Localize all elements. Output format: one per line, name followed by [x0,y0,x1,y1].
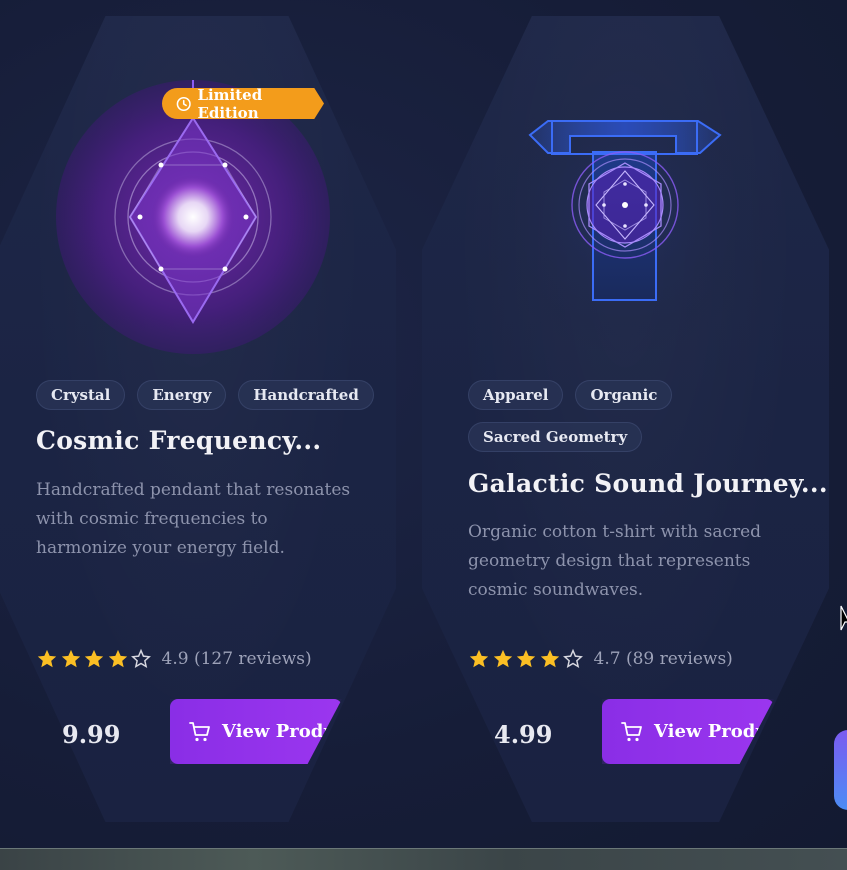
limited-edition-badge: Limited Edition [162,88,324,119]
rating-text: 4.9 (127 reviews) [161,649,312,669]
star-filled-icon [469,649,489,668]
cart-icon [189,721,210,741]
star-outline-icon [563,648,583,669]
rating-text: 4.7 (89 reviews) [593,649,733,669]
tag-apparel[interactable]: Apparel [468,380,564,410]
product-rating: 4.9 (127 reviews) [36,648,312,670]
star-outline-icon [131,648,151,669]
tag-sacred-geometry[interactable]: Sacred Geometry [468,422,643,452]
product-title[interactable]: Cosmic Frequency... [36,426,321,455]
tag-handcrafted[interactable]: Handcrafted [238,380,374,410]
product-description: Organic cotton t-shirt with sacred geome… [468,522,762,600]
star-filled-icon [61,649,80,668]
product-price: 4.99 [494,720,553,749]
clock-icon [176,96,191,111]
tag-crystal[interactable]: Crystal [36,380,126,410]
product-price: 9.99 [62,720,121,749]
tag-list: Crystal Energy Handcrafted [36,380,376,410]
page-footer-strip [0,848,847,870]
mouse-cursor-icon [840,605,847,631]
tag-energy[interactable]: Energy [137,380,227,410]
product-rating: 4.7 (89 reviews) [468,648,733,670]
pendant-image [56,80,330,354]
tag-list: Apparel Organic Sacred Geometry [468,380,768,452]
badge-label: Limited Edition [197,85,263,122]
star-filled-icon [516,649,536,668]
star-filled-icon [108,649,127,668]
tag-organic[interactable]: Organic [575,380,673,410]
floating-widget-button[interactable] [834,730,847,810]
star-filled-icon [84,649,104,668]
star-filled-icon [37,649,57,668]
tshirt-image [485,80,765,355]
star-filled-icon [493,649,512,668]
star-filled-icon [540,649,559,668]
product-title[interactable]: Galactic Sound Journey... [468,469,828,498]
product-description: Handcrafted pendant that resonates with … [36,480,351,558]
product-grid: Limited Edition Crystal Energy Handcraft… [0,0,847,848]
cart-icon [621,721,642,741]
